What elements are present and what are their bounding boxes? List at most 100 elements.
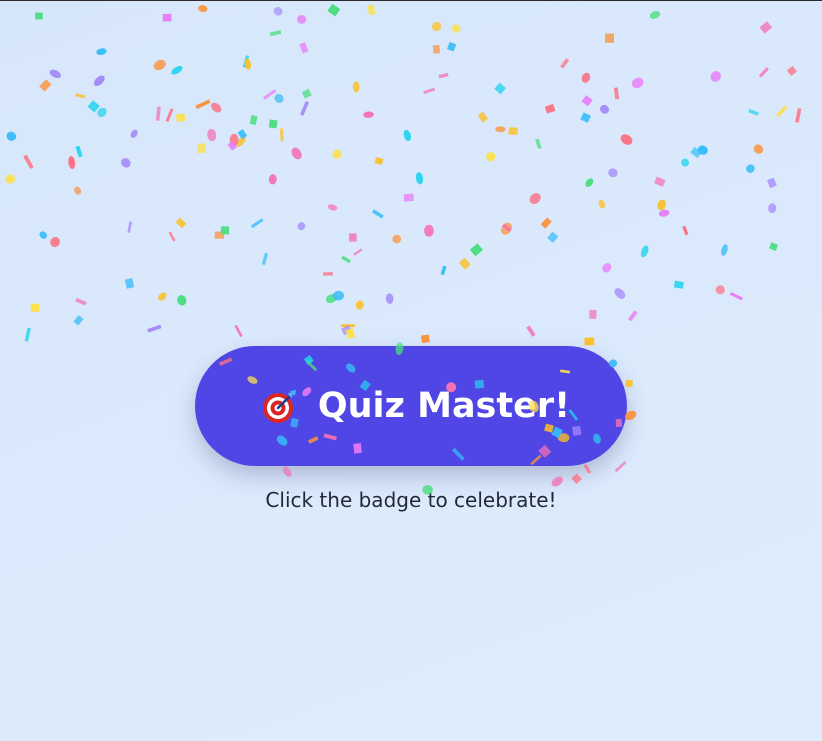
confetti-piece <box>746 164 755 173</box>
confetti-piece <box>795 108 802 123</box>
confetti-piece <box>165 108 174 122</box>
confetti-piece <box>551 476 563 487</box>
confetti-piece <box>332 290 345 301</box>
confetti-piece <box>327 204 338 211</box>
confetti-piece <box>323 272 333 276</box>
confetti-piece <box>68 156 76 170</box>
confetti-piece <box>198 5 208 13</box>
confetti-piece <box>195 99 211 110</box>
confetti-piece <box>625 379 634 388</box>
confetti-piece <box>352 81 360 93</box>
confetti-piece <box>35 12 43 20</box>
confetti-piece <box>229 133 239 146</box>
confetti-piece <box>39 231 48 239</box>
confetti-piece <box>171 65 183 75</box>
confetti-piece <box>753 144 764 154</box>
confetti-piece <box>127 221 133 233</box>
confetti-piece <box>50 236 60 248</box>
confetti-piece <box>431 21 442 32</box>
confetti-piece <box>654 176 666 187</box>
confetti-piece <box>583 464 592 474</box>
confetti-piece <box>75 93 86 99</box>
confetti-piece <box>715 285 725 295</box>
confetti-piece <box>604 33 615 43</box>
confetti-piece <box>220 226 230 235</box>
confetti-piece <box>75 297 87 306</box>
confetti-piece <box>423 87 436 95</box>
confetti-piece <box>681 158 689 167</box>
confetti-piece <box>580 112 591 123</box>
quiz-master-badge-button[interactable]: Quiz Master! <box>195 346 627 466</box>
confetti-piece <box>501 222 512 235</box>
confetti-piece <box>477 111 489 123</box>
confetti-piece <box>547 231 559 244</box>
confetti-piece <box>261 252 269 266</box>
confetti-piece <box>279 128 284 142</box>
badge-label: Quiz Master! <box>317 386 571 426</box>
confetti-piece <box>748 109 759 116</box>
confetti-piece <box>274 94 284 103</box>
confetti-piece <box>299 42 309 54</box>
confetti-piece <box>600 104 610 114</box>
confetti-piece <box>446 41 457 52</box>
confetti-piece <box>49 69 61 79</box>
confetti-piece <box>268 119 278 129</box>
confetti-piece <box>196 143 206 154</box>
dart-target-icon <box>262 388 298 424</box>
confetti-piece <box>403 193 414 202</box>
confetti-piece <box>153 59 166 71</box>
confetti-piece <box>544 103 556 114</box>
confetti-piece <box>613 87 620 100</box>
confetti-piece <box>147 324 162 333</box>
confetti-piece <box>786 65 798 77</box>
hint-text: Click the badge to celebrate! <box>265 488 557 512</box>
confetti-piece <box>581 95 593 107</box>
confetti-piece <box>560 58 570 69</box>
confetti-piece <box>589 309 597 320</box>
confetti-piece <box>535 138 542 150</box>
confetti-piece <box>721 244 728 256</box>
confetti-piece <box>6 131 17 141</box>
confetti-piece <box>291 147 302 160</box>
confetti-piece <box>158 292 167 301</box>
confetti-piece <box>162 13 172 22</box>
confetti-piece <box>571 473 582 485</box>
confetti-piece <box>608 168 618 178</box>
confetti-piece <box>327 3 341 17</box>
confetti-piece <box>486 152 496 162</box>
confetti-piece <box>631 77 644 89</box>
confetti-piece <box>96 48 107 56</box>
confetti-piece <box>614 461 627 473</box>
confetti-piece <box>227 140 238 151</box>
confetti-piece <box>729 291 743 301</box>
confetti-piece <box>374 157 384 166</box>
confetti-piece <box>768 242 779 252</box>
confetti-piece <box>177 295 187 306</box>
confetti-piece <box>250 218 264 229</box>
confetti-piece <box>39 79 52 92</box>
confetti-piece <box>452 24 461 33</box>
confetti-piece <box>432 44 441 54</box>
confetti-piece <box>584 337 595 346</box>
confetti-piece <box>540 217 552 229</box>
confetti-piece <box>371 209 384 219</box>
confetti-piece <box>526 325 536 337</box>
confetti-piece <box>87 100 100 113</box>
confetti-piece <box>690 146 702 159</box>
confetti-piece <box>353 248 363 256</box>
confetti-piece <box>581 72 591 83</box>
confetti-piece <box>363 111 374 118</box>
confetti-piece <box>273 7 283 16</box>
confetti-piece <box>345 328 356 339</box>
confetti-piece <box>175 113 186 123</box>
confetti-piece <box>332 149 342 159</box>
confetti-piece <box>249 114 258 126</box>
confetti-piece <box>627 310 638 322</box>
confetti-piece <box>297 222 306 231</box>
confetti-piece <box>438 72 449 79</box>
confetti-piece <box>74 186 82 195</box>
confetti-piece <box>421 334 430 344</box>
confetti-piece <box>121 158 131 168</box>
confetti-piece <box>649 11 661 19</box>
confetti-piece <box>237 129 248 140</box>
